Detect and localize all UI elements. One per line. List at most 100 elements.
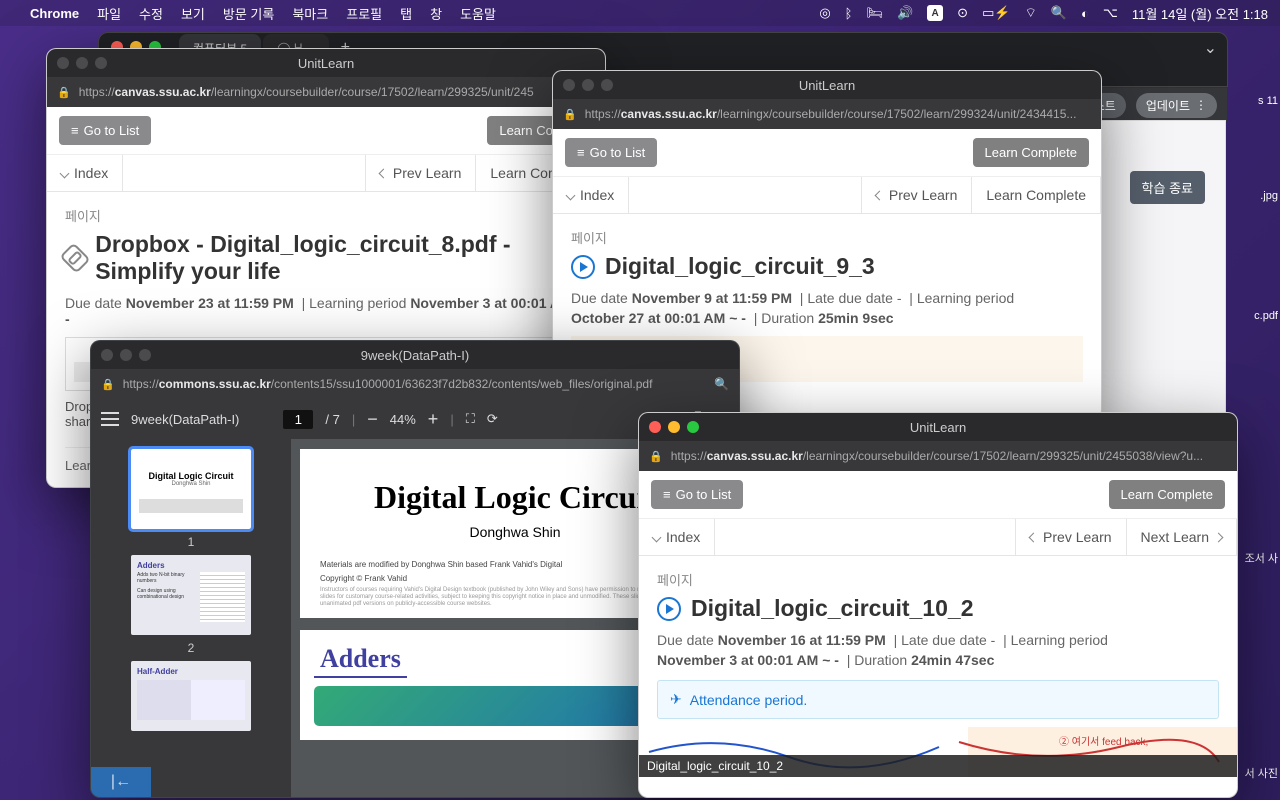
siri-icon[interactable]: ◐ xyxy=(1081,6,1089,21)
lock-icon[interactable]: 🔒 xyxy=(649,450,663,463)
zoom-level: 44% xyxy=(390,412,416,427)
document-title: Dropbox - Digital_logic_circuit_8.pdf - … xyxy=(95,231,587,285)
update-label: 업데이트 xyxy=(1146,97,1190,114)
rotate-icon[interactable]: ⟳ xyxy=(487,411,498,427)
study-end-button[interactable]: 학습 종료 xyxy=(1130,171,1205,204)
video-player[interactable]: ② 여기서 feed back, Digital_logic_circuit_1… xyxy=(639,727,1237,777)
menubar-app-name[interactable]: Chrome xyxy=(30,6,79,21)
minimize-icon[interactable] xyxy=(582,79,594,91)
wifi-icon[interactable]: ⌔ xyxy=(1025,5,1037,21)
window-title: UnitLearn xyxy=(910,420,966,435)
next-learn-button[interactable]: Next Learn xyxy=(1127,519,1237,555)
prev-learn-button[interactable]: Prev Learn xyxy=(1015,519,1126,555)
macos-menubar: Chrome 파일 수정 보기 방문 기록 북마크 프로필 탭 창 도움말 ◎ … xyxy=(0,0,1280,26)
go-to-list-button[interactable]: ≡Go to List xyxy=(59,116,151,145)
url-field[interactable]: https://canvas.ssu.ac.kr/learningx/cours… xyxy=(585,107,1091,121)
page-label: 페이지 xyxy=(571,228,1083,247)
menu-profile[interactable]: 프로필 xyxy=(346,4,382,23)
learning-period-value: October 27 at 00:01 AM ~ - xyxy=(571,310,746,326)
menu-window[interactable]: 창 xyxy=(430,4,442,23)
menu-file[interactable]: 파일 xyxy=(97,4,121,23)
index-dropdown[interactable]: Index xyxy=(47,155,123,191)
input-source-icon[interactable]: A xyxy=(927,5,943,21)
fit-page-icon[interactable]: ⛶ xyxy=(466,411,475,427)
index-dropdown[interactable]: Index xyxy=(639,519,715,555)
airdrop-icon[interactable]: ◎ xyxy=(819,5,830,21)
back-arrow-button[interactable]: |← xyxy=(91,767,151,797)
menu-tab[interactable]: 탭 xyxy=(400,4,412,23)
hamburger-icon[interactable] xyxy=(101,412,119,426)
learn-complete-button[interactable]: Learn Complete xyxy=(973,138,1090,167)
prev-learn-button[interactable]: Prev Learn xyxy=(365,155,476,191)
menubar-datetime[interactable]: 11월 14일 (월) 오전 1:18 xyxy=(1132,4,1268,23)
zoom-out-button[interactable]: − xyxy=(367,409,378,430)
learn-complete-button[interactable]: Learn Complete xyxy=(1109,480,1226,509)
window-title: 9week(DataPath-I) xyxy=(361,348,469,363)
menu-help[interactable]: 도움말 xyxy=(460,4,496,23)
play-icon xyxy=(571,255,595,279)
menu-view[interactable]: 보기 xyxy=(181,4,205,23)
close-icon[interactable] xyxy=(101,349,113,361)
next-learn-label: Next Learn xyxy=(1141,529,1209,545)
thumbnail-panel: Digital Logic Circuit Donghwa Shin 1 Add… xyxy=(91,439,291,798)
maximize-icon[interactable] xyxy=(139,349,151,361)
document-title: Digital_logic_circuit_9_3 xyxy=(605,253,875,280)
thumbnail-2[interactable]: Adders Adds two N-bit binary numbers Can… xyxy=(131,555,251,635)
page-label: 페이지 xyxy=(65,206,587,225)
lock-icon[interactable]: 🔒 xyxy=(563,108,577,121)
due-date-label: Due date xyxy=(657,632,714,648)
desktop-file-4[interactable]: 조서 사 xyxy=(1245,550,1278,566)
desktop-file-3[interactable]: .jpg xyxy=(1260,190,1278,202)
spotlight-icon[interactable]: 🔍 xyxy=(1051,5,1067,21)
go-to-list-label: Go to List xyxy=(590,145,646,160)
close-icon[interactable] xyxy=(563,79,575,91)
bluetooth-icon[interactable]: ᛒ xyxy=(845,6,853,21)
maximize-icon[interactable] xyxy=(601,79,613,91)
bed-icon[interactable]: 🛏 xyxy=(866,5,883,21)
lock-icon[interactable]: 🔒 xyxy=(101,378,115,391)
minimize-icon[interactable] xyxy=(76,57,88,69)
go-to-list-button[interactable]: ≡Go to List xyxy=(651,480,743,509)
prev-learn-label: Prev Learn xyxy=(393,165,461,181)
volume-icon[interactable]: 🔊 xyxy=(897,5,913,21)
unitlearn-window-3: UnitLearn 🔒 https://canvas.ssu.ac.kr/lea… xyxy=(638,412,1238,798)
slide2-title: Adders xyxy=(314,644,407,678)
close-icon[interactable] xyxy=(57,57,69,69)
thumbnail-1[interactable]: Digital Logic Circuit Donghwa Shin xyxy=(131,449,251,529)
battery-icon[interactable]: ▭⚡ xyxy=(982,5,1010,21)
tab-overflow-icon[interactable]: ⌄ xyxy=(1194,38,1227,58)
control-center-icon[interactable]: ⌥ xyxy=(1103,5,1118,21)
minimize-icon[interactable] xyxy=(668,421,680,433)
go-to-list-label: Go to List xyxy=(676,487,732,502)
thumbnail-3[interactable]: Half-Adder xyxy=(131,661,251,731)
url-field[interactable]: https://commons.ssu.ac.kr/contents15/ssu… xyxy=(123,377,706,391)
due-date-label: Due date xyxy=(65,295,122,311)
maximize-icon[interactable] xyxy=(95,57,107,69)
url-field[interactable]: https://canvas.ssu.ac.kr/learningx/cours… xyxy=(79,85,595,99)
index-dropdown[interactable]: Index xyxy=(553,177,629,213)
url-field[interactable]: https://canvas.ssu.ac.kr/learningx/cours… xyxy=(671,449,1227,463)
attendance-banner: ✈Attendance period. xyxy=(657,680,1219,719)
desktop-file-2[interactable]: c.pdf xyxy=(1254,310,1278,322)
minimize-icon[interactable] xyxy=(120,349,132,361)
lock-icon[interactable]: 🔒 xyxy=(57,86,71,99)
svg-text:② 여기서 feed back,: ② 여기서 feed back, xyxy=(1059,736,1148,748)
page-number-input[interactable] xyxy=(283,410,313,429)
search-icon[interactable]: 🔍 xyxy=(714,377,729,391)
menu-edit[interactable]: 수정 xyxy=(139,4,163,23)
menu-history[interactable]: 방문 기록 xyxy=(223,4,274,23)
duration-label: Duration xyxy=(761,310,814,326)
desktop-file-1[interactable]: s 11 xyxy=(1258,95,1278,107)
desktop-file-5[interactable]: 서 사진 xyxy=(1245,765,1278,781)
update-button[interactable]: 업데이트⋮ xyxy=(1136,93,1217,118)
prev-learn-button[interactable]: Prev Learn xyxy=(861,177,972,213)
menu-bookmarks[interactable]: 북마크 xyxy=(292,4,328,23)
play-status-icon[interactable]: ⊙ xyxy=(957,5,968,21)
close-icon[interactable] xyxy=(649,421,661,433)
pdf-filename: 9week(DataPath-I) xyxy=(131,412,239,427)
play-icon xyxy=(657,597,681,621)
learning-period-label: Learning period xyxy=(917,290,1014,306)
zoom-in-button[interactable]: + xyxy=(428,409,439,430)
maximize-icon[interactable] xyxy=(687,421,699,433)
go-to-list-button[interactable]: ≡Go to List xyxy=(565,138,657,167)
